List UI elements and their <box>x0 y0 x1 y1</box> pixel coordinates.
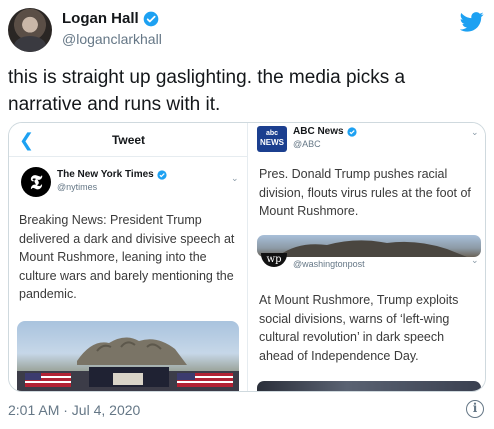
nyt-tweet-text: Breaking News: President Trump delivered… <box>19 213 235 301</box>
abc-tweet-text: Pres. Donald Trump pushes racial divisio… <box>259 167 471 218</box>
verified-badge-icon <box>157 169 167 180</box>
abc-author-name: ABC News <box>293 126 344 137</box>
avatar[interactable] <box>8 8 52 52</box>
author-display-name[interactable]: Logan Hall <box>62 10 139 27</box>
chevron-down-icon: ⌄ <box>471 127 479 137</box>
screenshot-nav-bar: ❮ Tweet <box>9 123 248 157</box>
verified-badge-icon <box>143 11 159 26</box>
mount-rushmore-illustration <box>17 337 239 391</box>
washington-post-logo: wp <box>261 253 287 267</box>
tweet-text: this is straight up gaslighting. the med… <box>8 67 406 115</box>
screenshot-nav-title: Tweet <box>111 133 146 147</box>
wapo-tweet-text: At Mount Rushmore, Trump exploits social… <box>259 293 459 363</box>
nyt-name-row: The New York Times <box>57 169 167 180</box>
tweet-image[interactable]: ❮ Tweet 𝕿 The New York Times @nytimes ⌄ … <box>8 122 486 392</box>
mount-rushmore-photo <box>17 321 239 391</box>
author-name-row: Logan Hall <box>62 10 159 27</box>
abc-news-logo: abc NEWS <box>257 126 287 152</box>
nyt-author-handle: @nytimes <box>57 182 98 192</box>
mount-rushmore-photo <box>257 235 481 257</box>
nyt-author-name: The New York Times <box>57 169 154 180</box>
abc-author-handle: @ABC <box>293 139 321 149</box>
nyt-logo: 𝕿 <box>21 167 51 197</box>
chevron-down-icon: ⌄ <box>471 255 479 265</box>
verified-badge-icon <box>346 126 357 137</box>
info-icon[interactable]: i <box>466 400 484 418</box>
abc-logo-bottom: NEWS <box>260 138 284 147</box>
tweet-timestamp[interactable]: 2:01 AM · Jul 4, 2020 <box>8 402 140 418</box>
twitter-bird-icon[interactable] <box>460 12 484 32</box>
wapo-photo <box>257 381 481 391</box>
abc-wapo-screenshot: abc NEWS ABC News @ABC ⌄ Pres. Donald Tr… <box>249 123 485 391</box>
rushmore-crop-illustration <box>277 240 467 257</box>
wapo-author-handle: @washingtonpost <box>293 259 365 269</box>
abc-name-row: ABC News <box>293 126 357 137</box>
chevron-down-icon: ⌄ <box>231 173 239 183</box>
abc-logo-top: abc <box>265 130 279 137</box>
nyt-screenshot: ❮ Tweet 𝕿 The New York Times @nytimes ⌄ … <box>9 123 248 391</box>
author-handle[interactable]: @loganclarkhall <box>62 31 162 47</box>
tweet-header: Logan Hall @loganclarkhall <box>8 6 486 56</box>
